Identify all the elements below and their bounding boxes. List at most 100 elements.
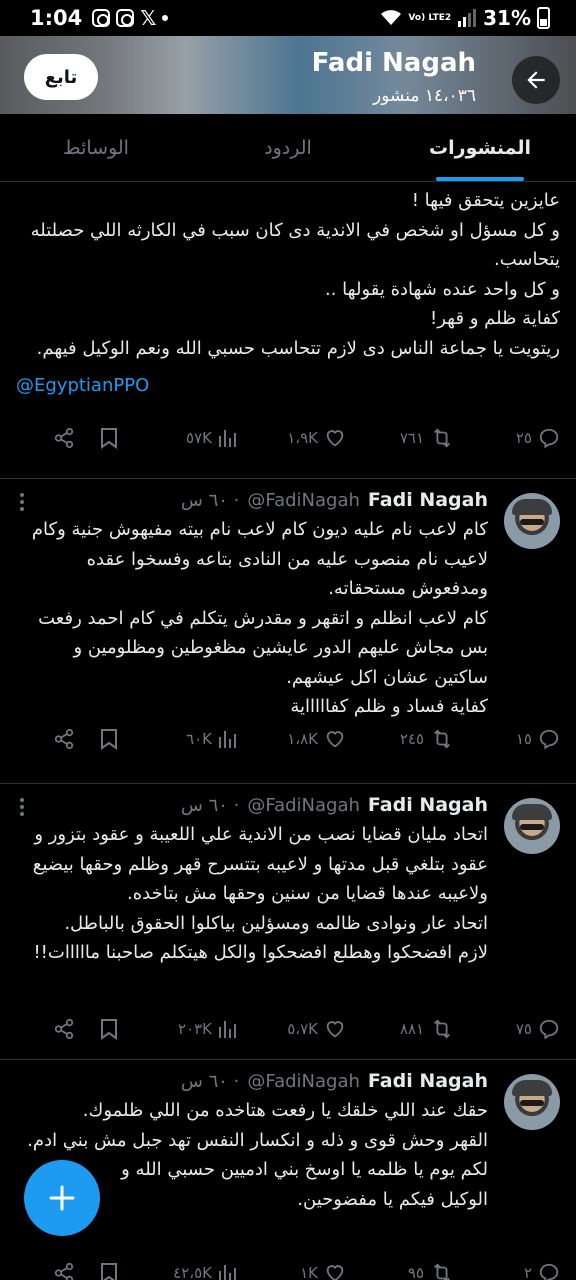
- signal-icon: [458, 9, 477, 27]
- post-text: عايزين يتحقق فيها ! و كل مسؤل او شخص في …: [30, 190, 560, 359]
- post-author-handle: @FadiNagah: [247, 795, 360, 816]
- post-actions: ٧٥ ٨٨١ ٥،٧K ٢٠٣K: [0, 1001, 576, 1057]
- reply-icon: [539, 428, 559, 449]
- post[interactable]: Fadi Nagah @FadiNagah · ٦٠ س كام لاعب نا…: [0, 479, 576, 784]
- retweet-button[interactable]: ٧٦١: [346, 427, 454, 449]
- heart-icon: [326, 1265, 344, 1280]
- retweet-button[interactable]: ٨٨١: [346, 1018, 454, 1040]
- views-chart-icon: [219, 731, 236, 748]
- reply-button[interactable]: ٢: [454, 1262, 560, 1280]
- views-count: ٢٠٣K: [177, 1020, 212, 1038]
- bookmark-button[interactable]: [84, 427, 134, 449]
- retweet-icon: [434, 428, 450, 448]
- like-count: ١K: [300, 1264, 318, 1280]
- reply-count: ٧٥: [515, 1020, 532, 1038]
- post-author-name[interactable]: Fadi Nagah: [368, 1070, 488, 1092]
- avatar[interactable]: [504, 798, 560, 854]
- instagram-icon: [92, 9, 111, 27]
- retweet-icon: [434, 729, 450, 749]
- reply-button[interactable]: ٢٥: [454, 427, 560, 449]
- profile-header-banner: تابع Fadi Nagah ١٤،٠٣٦ منشور: [0, 36, 576, 114]
- post-author-name[interactable]: Fadi Nagah: [368, 794, 488, 816]
- reply-button[interactable]: ٧٥: [454, 1018, 560, 1040]
- tab-posts[interactable]: المنشورات: [384, 114, 576, 181]
- reply-icon: [539, 1019, 559, 1040]
- like-count: ١،٨K: [287, 730, 318, 748]
- notification-dot-icon: [162, 15, 169, 21]
- post-text: كام لاعب نام عليه ديون كام لاعب نام بيته…: [31, 519, 488, 717]
- tab-replies[interactable]: الردود: [192, 114, 384, 181]
- like-button[interactable]: ٥،٧K: [238, 1018, 346, 1040]
- post-author-name[interactable]: Fadi Nagah: [368, 489, 488, 511]
- share-icon: [54, 1262, 74, 1280]
- post-actions: ٢٥ ٧٦١ ١،٩K ٥٧K: [0, 410, 576, 466]
- bookmark-button[interactable]: [84, 728, 134, 750]
- status-time: 1:04: [30, 6, 83, 30]
- views-button[interactable]: ٢٠٣K: [134, 1019, 238, 1039]
- bookmark-icon: [101, 1019, 117, 1040]
- battery-icon: [537, 7, 550, 29]
- post-time: · ٦٠ س: [180, 490, 240, 511]
- post[interactable]: عايزين يتحقق فيها ! و كل مسؤل او شخص في …: [0, 183, 576, 479]
- bookmark-icon: [101, 1263, 117, 1280]
- share-button[interactable]: [44, 1262, 84, 1280]
- like-count: ١،٩K: [287, 429, 318, 447]
- like-button[interactable]: ١K: [238, 1262, 346, 1280]
- views-count: ٤٢،٥K: [173, 1264, 212, 1280]
- views-button[interactable]: ٥٧K: [134, 428, 238, 448]
- share-icon: [54, 728, 74, 750]
- post-time: · ٦٠ س: [180, 795, 240, 816]
- wifi-icon: [381, 10, 402, 25]
- share-button[interactable]: [44, 728, 84, 750]
- reply-count: ٢: [523, 1264, 532, 1280]
- post-actions: ٢ ٩٥ ١K ٤٢،٥K: [0, 1255, 576, 1280]
- post-author-handle: @FadiNagah: [247, 1071, 360, 1092]
- views-button[interactable]: ٤٢،٥K: [134, 1263, 238, 1280]
- retweet-button[interactable]: ٢٤٥: [346, 728, 454, 750]
- share-button[interactable]: [44, 1018, 84, 1040]
- bookmark-icon: [101, 428, 117, 449]
- battery-percent: 31%: [483, 6, 531, 30]
- status-bar: 1:04 𝕏 Vo) LTE2 31%: [0, 0, 576, 36]
- share-button[interactable]: [44, 427, 84, 449]
- posts-count: ١٤،٠٣٦ منشور: [373, 86, 476, 106]
- retweet-count: ٧٦١: [399, 429, 424, 447]
- tab-media[interactable]: الوسائط: [0, 114, 192, 181]
- reply-icon: [539, 729, 559, 750]
- more-options-icon[interactable]: [20, 493, 24, 511]
- retweet-count: ٨٨١: [399, 1020, 424, 1038]
- arrow-left-icon: [527, 71, 545, 89]
- views-count: ٥٧K: [186, 429, 212, 447]
- retweet-count: ٩٥: [407, 1264, 424, 1280]
- post-time: · ٦٠ س: [180, 1071, 240, 1092]
- back-button[interactable]: [512, 56, 560, 104]
- plus-icon: [49, 1185, 75, 1211]
- follow-button[interactable]: تابع: [24, 54, 98, 100]
- retweet-button[interactable]: ٩٥: [346, 1262, 454, 1280]
- retweet-icon: [434, 1263, 450, 1280]
- post[interactable]: Fadi Nagah @FadiNagah · ٦٠ س اتحاد مليان…: [0, 784, 576, 1060]
- like-count: ٥،٧K: [287, 1020, 318, 1038]
- instagram-icon: [116, 9, 135, 27]
- compose-post-button[interactable]: [24, 1160, 100, 1236]
- heart-icon: [326, 731, 344, 748]
- like-button[interactable]: ١،٩K: [238, 427, 346, 449]
- avatar[interactable]: [504, 493, 560, 549]
- posts-feed: عايزين يتحقق فيها ! و كل مسؤل او شخص في …: [0, 183, 576, 1280]
- views-button[interactable]: ٦٠K: [134, 729, 238, 749]
- views-count: ٦٠K: [186, 730, 212, 748]
- bookmark-button[interactable]: [84, 1018, 134, 1040]
- mention-link[interactable]: @EgyptianPPO: [0, 363, 576, 396]
- reply-button[interactable]: ١٥: [454, 728, 560, 750]
- profile-name: Fadi Nagah: [311, 48, 476, 78]
- share-icon: [54, 1018, 74, 1040]
- avatar[interactable]: [504, 1074, 560, 1130]
- heart-icon: [326, 1021, 344, 1038]
- profile-tabs: المنشورات الردود الوسائط: [0, 114, 576, 182]
- post-actions: ١٥ ٢٤٥ ١،٨K ٦٠K: [0, 711, 576, 767]
- bookmark-button[interactable]: [84, 1262, 134, 1280]
- like-button[interactable]: ١،٨K: [238, 728, 346, 750]
- more-options-icon[interactable]: [20, 798, 24, 816]
- post-author-handle: @FadiNagah: [247, 490, 360, 511]
- reply-icon: [539, 1263, 559, 1280]
